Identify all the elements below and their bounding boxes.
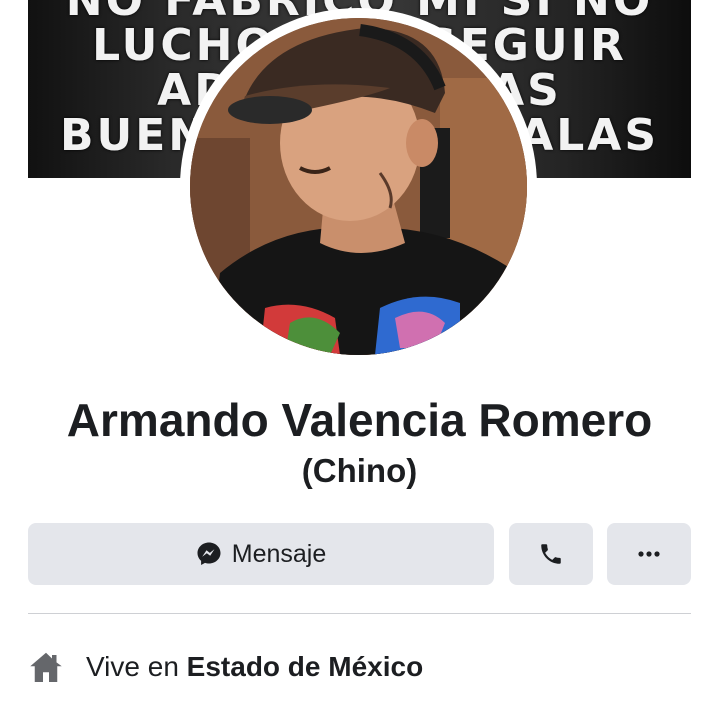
profile-name: Armando Valencia Romero — [66, 394, 653, 446]
lives-in-location[interactable]: Estado de México — [187, 651, 424, 682]
message-button[interactable]: Mensaje — [28, 523, 494, 585]
call-button[interactable] — [509, 523, 593, 585]
more-dots-icon — [638, 551, 660, 557]
profile-nickname: (Chino) — [301, 452, 418, 489]
section-divider — [28, 613, 691, 614]
lives-in-prefix: Vive en — [86, 651, 179, 682]
profile-photo-illustration — [190, 18, 527, 355]
lives-in-text: Vive en Estado de México — [86, 651, 423, 683]
intro-lives-in: Vive en Estado de México — [28, 644, 423, 690]
message-button-label: Mensaje — [231, 539, 327, 568]
profile-picture[interactable] — [190, 18, 527, 355]
phone-icon — [541, 544, 561, 564]
messenger-icon — [197, 542, 221, 565]
more-options-button[interactable] — [607, 523, 691, 585]
home-icon — [30, 652, 62, 682]
